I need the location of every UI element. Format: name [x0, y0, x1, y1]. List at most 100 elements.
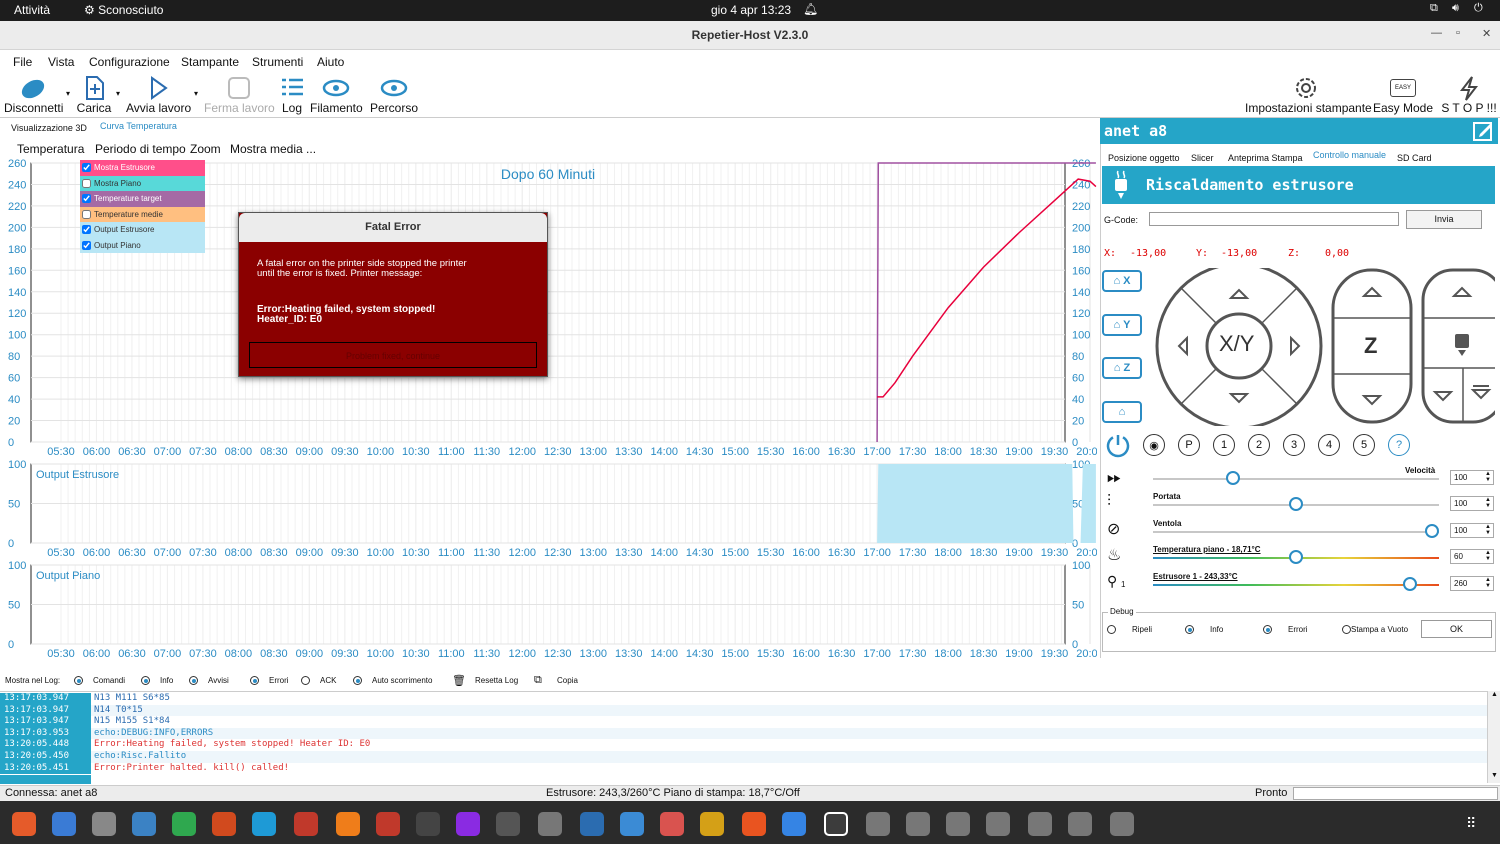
tab-3d-view[interactable]: Visualizzazione 3D [11, 123, 87, 133]
legend-item[interactable]: Output Estrusore [80, 222, 205, 238]
disconnect-dropdown-icon[interactable]: ▾ [66, 89, 70, 98]
emergency-stop-button[interactable]: S T O P !!! [1440, 75, 1498, 115]
debug-radio[interactable] [1185, 625, 1194, 634]
menu-file[interactable]: File [13, 55, 32, 69]
power-icon[interactable]: ⏻ [1474, 2, 1483, 15]
app-grid-icon[interactable]: ⠿ [1466, 814, 1484, 832]
app-icon[interactable] [376, 812, 400, 836]
load-button[interactable]: Carica [76, 75, 112, 115]
app-indicator[interactable]: ⚙ Sconosciuto [84, 3, 163, 17]
printer-settings-button[interactable]: Impostazioni stampante [1245, 75, 1372, 115]
app-icon[interactable] [700, 812, 724, 836]
extruder-jog-pad[interactable] [1421, 268, 1495, 424]
copy-icon[interactable]: ⧉ [534, 674, 542, 687]
legend-checkbox[interactable] [82, 163, 91, 173]
slider-value-input[interactable]: 60 ▲ ▼ [1450, 549, 1494, 564]
inkscape-icon[interactable] [416, 812, 440, 836]
home-all-button[interactable]: ⌂ [1102, 401, 1142, 423]
slider-knob[interactable] [1289, 550, 1303, 564]
disk-icon[interactable] [986, 812, 1010, 836]
trash-icon[interactable] [1110, 812, 1134, 836]
tab-print-preview[interactable]: Anteprima Stampa [1228, 153, 1303, 163]
slider-knob[interactable] [1226, 471, 1241, 485]
files-icon[interactable] [92, 812, 116, 836]
firefox-icon[interactable] [12, 812, 36, 836]
scroll-down-icon[interactable]: ▼ [1491, 772, 1498, 779]
thunderbird-icon[interactable] [52, 812, 76, 836]
menu-temperature[interactable]: Temperatura [17, 142, 84, 156]
log-filter-radio[interactable] [141, 676, 150, 685]
slider-knob[interactable] [1403, 577, 1418, 591]
close-icon[interactable]: ✕ [1482, 27, 1491, 40]
legend-checkbox[interactable] [82, 225, 91, 235]
spin-arrows-icon[interactable]: ▲ ▼ [1485, 471, 1491, 483]
log-area[interactable]: 13:17:03.947 N13 M111 S6*85 13:17:03.947 N1… [0, 691, 1500, 784]
legend-checkbox[interactable] [82, 240, 91, 250]
copy-log-button[interactable]: Copia [557, 676, 578, 685]
slider[interactable] [1153, 471, 1439, 487]
preset-3-button[interactable]: 3 [1283, 434, 1305, 456]
debug-radio[interactable] [1263, 625, 1272, 634]
clock[interactable]: gio 4 apr 13:23 [711, 3, 791, 17]
spin-arrows-icon[interactable]: ▲ ▼ [1485, 550, 1491, 562]
app-icon[interactable] [212, 812, 236, 836]
tab-object-position[interactable]: Posizione oggetto [1108, 153, 1180, 163]
slider-value-input[interactable]: 100 ▲ ▼ [1450, 496, 1494, 511]
log-scrollbar[interactable]: ▲ ▼ [1487, 691, 1500, 783]
qbittorrent-icon[interactable] [620, 812, 644, 836]
scroll-up-icon[interactable]: ▲ [1491, 691, 1498, 698]
spin-arrows-icon[interactable]: ▲ ▼ [1485, 497, 1491, 509]
preset-p-button[interactable]: P [1178, 434, 1200, 456]
menu-configurazione[interactable]: Configurazione [89, 55, 170, 69]
reset-log-button[interactable]: Resetta Log [475, 676, 518, 685]
menu-zoom[interactable]: Zoom [190, 142, 221, 156]
legend-item[interactable]: Temperature medie [80, 206, 205, 222]
legend-item[interactable]: Output Piano [80, 237, 205, 253]
filament-button[interactable]: Filamento [310, 75, 363, 115]
repetier-icon[interactable] [824, 812, 848, 836]
tab-temperature-curve[interactable]: Curva Temperatura [100, 121, 177, 131]
log-filter-radio[interactable] [74, 676, 83, 685]
menu-strumenti[interactable]: Strumenti [252, 55, 303, 69]
legend-item[interactable]: Mostra Piano [80, 175, 205, 191]
app-icon[interactable] [580, 812, 604, 836]
legend-item[interactable]: Mostra Estrusore [80, 160, 205, 176]
slider-knob[interactable] [1425, 524, 1439, 538]
minimize-icon[interactable]: — [1431, 27, 1442, 39]
slider[interactable] [1153, 577, 1439, 593]
home-x-button[interactable]: ⌂ X [1102, 270, 1142, 292]
home-y-button[interactable]: ⌂ Y [1102, 314, 1142, 336]
help-button[interactable]: ? [1388, 434, 1410, 456]
legend-checkbox[interactable] [82, 178, 91, 188]
tab-slicer[interactable]: Slicer [1191, 153, 1214, 163]
blender-icon[interactable] [336, 812, 360, 836]
app-icon[interactable] [496, 812, 520, 836]
load-dropdown-icon[interactable]: ▾ [116, 89, 120, 98]
start-dropdown-icon[interactable]: ▾ [194, 89, 198, 98]
activities-button[interactable]: Attività [14, 3, 50, 17]
preset-2-button[interactable]: 2 [1248, 434, 1270, 456]
writer-icon[interactable] [132, 812, 156, 836]
maximize-icon[interactable]: ▫ [1456, 27, 1460, 39]
fusion-icon[interactable] [294, 812, 318, 836]
menu-time-period[interactable]: Periodo di tempo [95, 142, 186, 156]
debug-ok-button[interactable]: OK [1421, 620, 1492, 638]
gcode-input[interactable] [1149, 212, 1399, 226]
slider[interactable] [1153, 497, 1439, 513]
help-icon[interactable] [782, 812, 806, 836]
slider-value-input[interactable]: 100 ▲ ▼ [1450, 523, 1494, 538]
disk-icon[interactable] [1068, 812, 1092, 836]
power-icon[interactable] [1104, 432, 1132, 460]
edit-icon[interactable] [1472, 120, 1494, 142]
trash-icon[interactable]: 🗑︎ [452, 674, 466, 687]
log-filter-radio[interactable] [301, 676, 310, 685]
slider-value-input[interactable]: 260 ▲ ▼ [1450, 576, 1494, 591]
disk-icon[interactable] [866, 812, 890, 836]
easy-mode-button[interactable]: EASY Easy Mode [1373, 75, 1433, 115]
network-icon[interactable]: ⧉ [1430, 2, 1438, 15]
disk-icon[interactable] [1028, 812, 1052, 836]
tab-manual-control[interactable]: Controllo manuale [1313, 150, 1386, 160]
home-z-button[interactable]: ⌂ Z [1102, 357, 1142, 379]
volume-icon[interactable]: 🔊︎ [1452, 2, 1459, 15]
usb-icon[interactable] [946, 812, 970, 836]
